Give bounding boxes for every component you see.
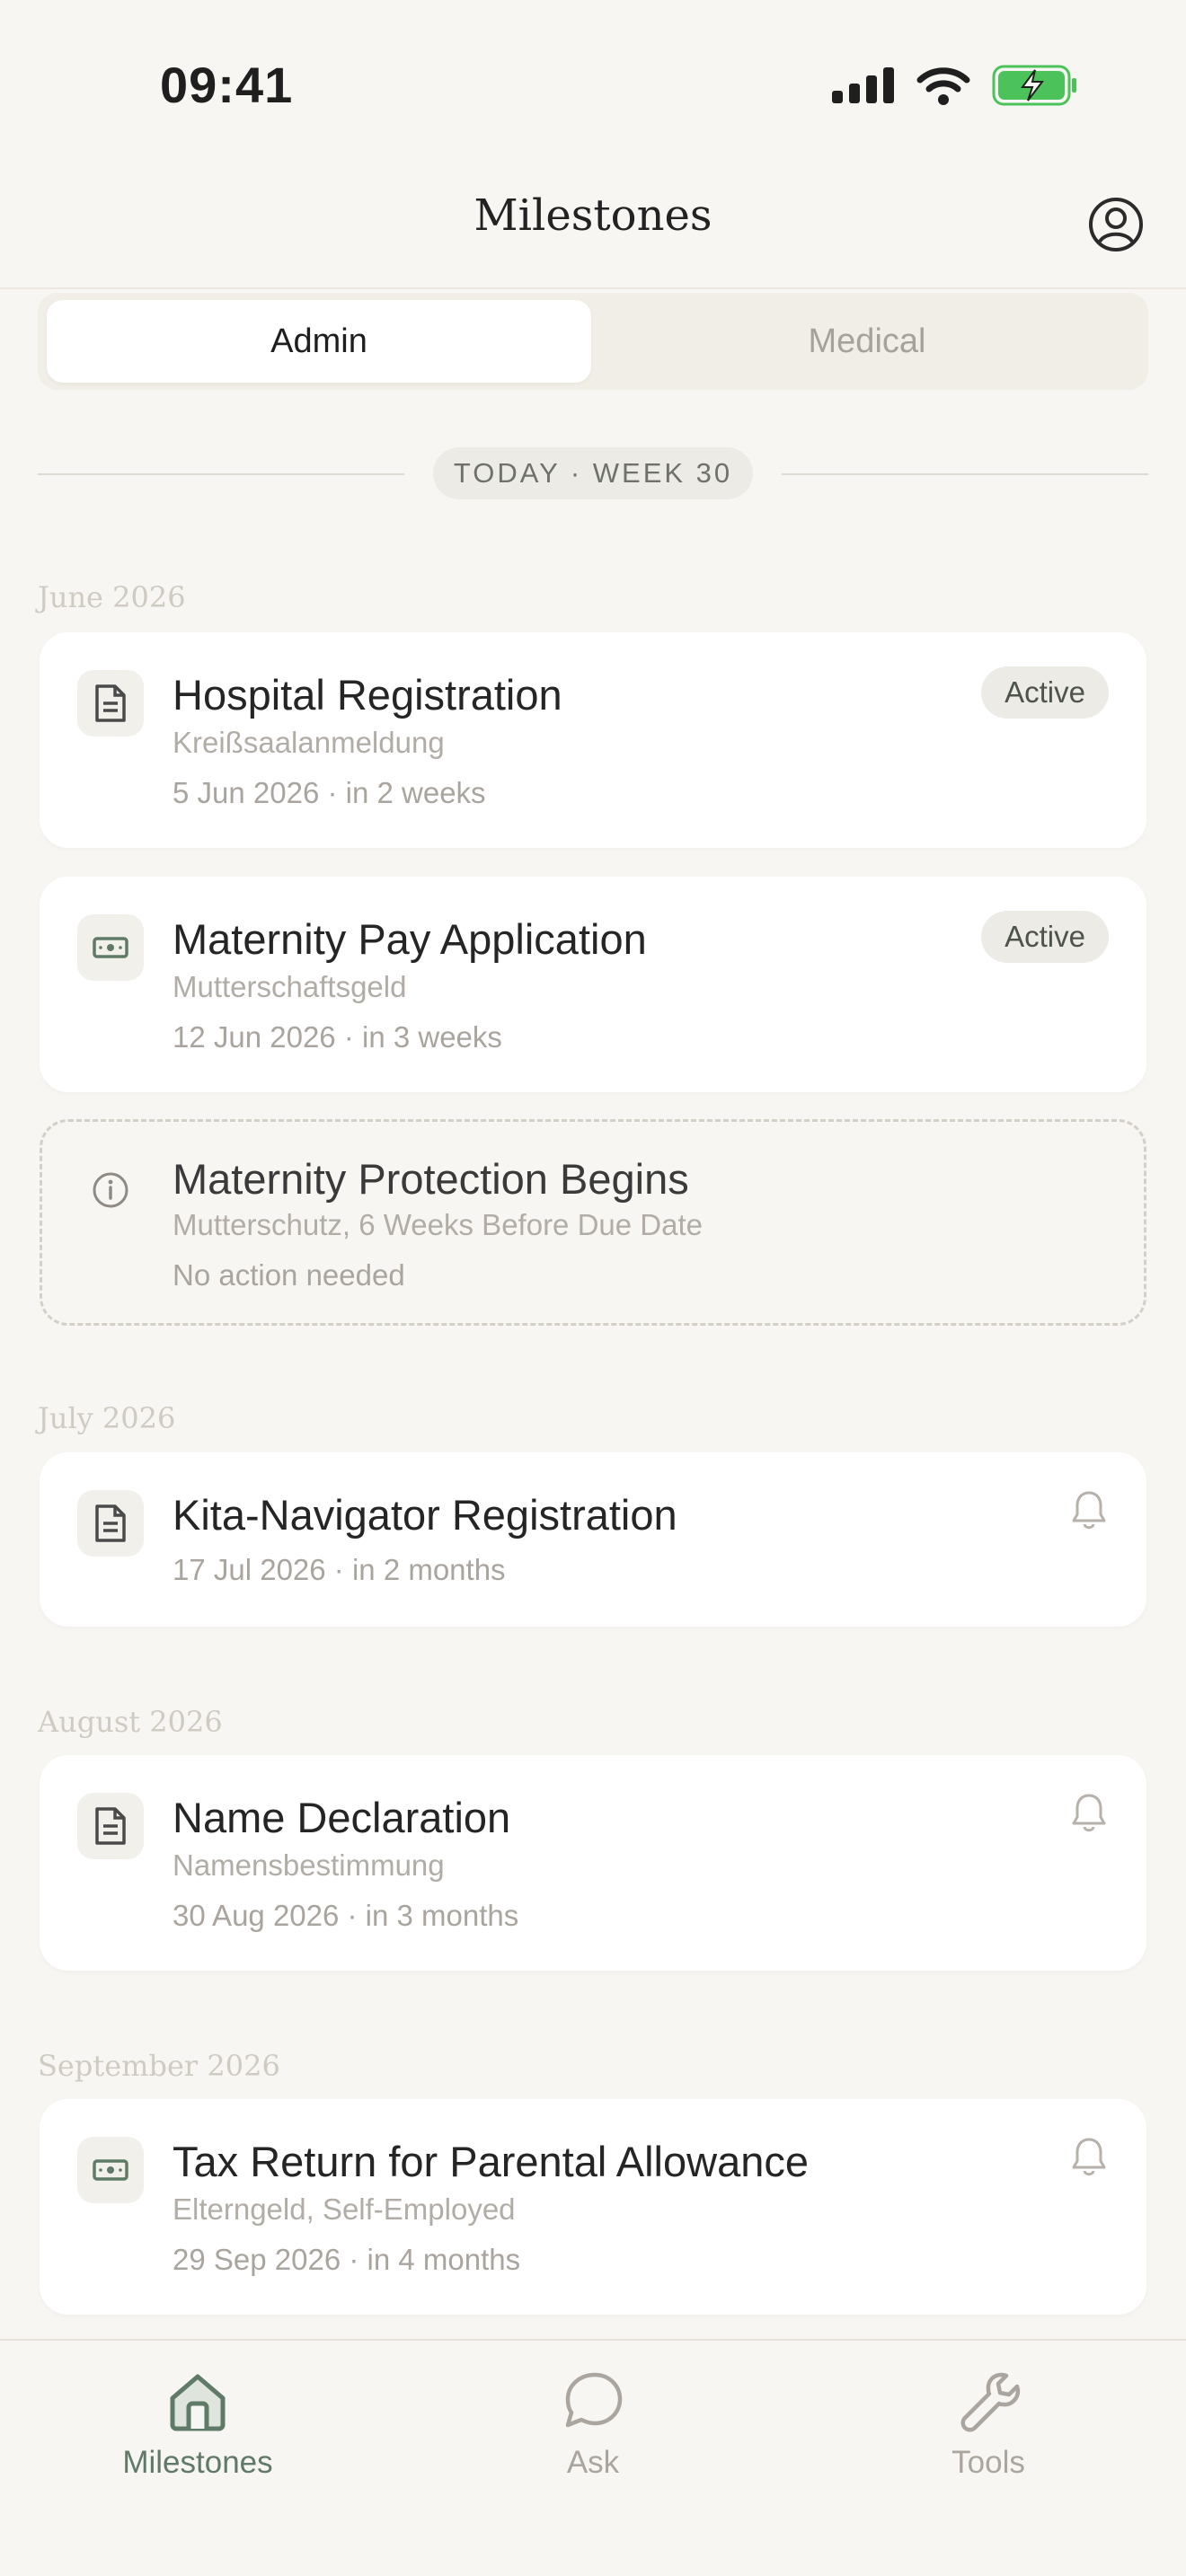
tab-label-milestones: Milestones	[122, 2445, 273, 2480]
card-title: Kita-Navigator Registration	[173, 1491, 677, 1539]
milestones-screen: 09:41 Milestones Admin Medical TODAY · W…	[0, 0, 1186, 2576]
header-divider	[0, 287, 1186, 289]
card-date: 12 Jun 2026 · in 3 weeks	[173, 1020, 502, 1054]
tab-milestones[interactable]: Milestones	[63, 2368, 332, 2481]
card-subtitle: Kreißsaalanmeldung	[173, 726, 445, 759]
card-title: Hospital Registration	[173, 671, 562, 719]
segment-admin[interactable]: Admin	[47, 300, 591, 383]
bottom-tab-bar: Milestones Ask Tools	[0, 2339, 1186, 2576]
admin-medical-segmented-control: Admin Medical	[38, 293, 1148, 390]
money-icon	[77, 2137, 144, 2203]
cellular-signal-icon	[832, 67, 894, 103]
wrench-icon	[960, 2372, 1021, 2432]
card-date: 17 Jul 2026 · in 2 months	[173, 1553, 506, 1586]
milestone-card-maternity-protection[interactable]: Maternity Protection Begins Mutterschutz…	[40, 1119, 1146, 1326]
status-time: 09:41	[160, 57, 294, 113]
month-label-june: June 2026	[38, 580, 186, 614]
today-week-pill: TODAY · WEEK 30	[433, 447, 753, 499]
card-date: 30 Aug 2026 · in 3 months	[173, 1899, 519, 1932]
bell-icon[interactable]	[1069, 2135, 1109, 2178]
wifi-icon	[916, 67, 970, 105]
profile-button[interactable]	[1087, 196, 1145, 253]
card-date: 29 Sep 2026 · in 4 months	[173, 2243, 521, 2276]
card-note: No action needed	[173, 1258, 405, 1292]
card-title: Maternity Protection Begins	[173, 1155, 689, 1203]
month-label-september: September 2026	[38, 2049, 280, 2083]
page-title: Milestones	[474, 190, 712, 241]
status-badge: Active	[981, 911, 1109, 963]
user-circle-icon	[1089, 198, 1143, 251]
bell-icon[interactable]	[1069, 1791, 1109, 1834]
tab-ask[interactable]: Ask	[458, 2368, 728, 2481]
today-divider-left	[38, 473, 404, 475]
tab-tools[interactable]: Tools	[854, 2368, 1123, 2481]
document-icon	[77, 670, 144, 737]
card-subtitle: Namensbestimmung	[173, 1848, 445, 1882]
money-icon	[77, 914, 144, 981]
document-icon	[77, 1490, 144, 1557]
status-badge: Active	[981, 666, 1109, 719]
month-label-july: July 2026	[38, 1401, 176, 1435]
milestone-card-tax-return[interactable]: Tax Return for Parental Allowance Eltern…	[40, 2099, 1146, 2315]
milestone-card-hospital-registration[interactable]: Hospital Registration Kreißsaalanmeldung…	[40, 632, 1146, 848]
milestone-card-maternity-pay[interactable]: Maternity Pay Application Mutterschaftsg…	[40, 877, 1146, 1092]
battery-charging-icon	[992, 65, 1076, 106]
home-icon	[170, 2374, 226, 2431]
tab-label-ask: Ask	[566, 2445, 620, 2480]
card-date: 5 Jun 2026 · in 2 weeks	[173, 776, 486, 809]
tab-label-tools: Tools	[951, 2445, 1025, 2480]
card-title: Tax Return for Parental Allowance	[173, 2138, 809, 2185]
status-icons	[832, 65, 1078, 106]
milestone-card-kita-navigator[interactable]: Kita-Navigator Registration 17 Jul 2026 …	[40, 1452, 1146, 1627]
card-title: Name Declaration	[173, 1794, 511, 1841]
card-subtitle: Mutterschaftsgeld	[173, 970, 407, 1003]
bell-icon[interactable]	[1069, 1488, 1109, 1531]
document-icon	[77, 1793, 144, 1859]
card-subtitle: Mutterschutz, 6 Weeks Before Due Date	[173, 1208, 703, 1241]
chat-bubble-icon	[565, 2372, 623, 2428]
info-icon	[77, 1157, 144, 1223]
milestone-card-name-declaration[interactable]: Name Declaration Namensbestimmung 30 Aug…	[40, 1755, 1146, 1971]
card-title: Maternity Pay Application	[173, 915, 647, 963]
today-divider-right	[782, 473, 1148, 475]
segment-medical[interactable]: Medical	[595, 300, 1139, 383]
month-label-august: August 2026	[38, 1705, 223, 1739]
card-subtitle: Elterngeld, Self-Employed	[173, 2192, 516, 2226]
